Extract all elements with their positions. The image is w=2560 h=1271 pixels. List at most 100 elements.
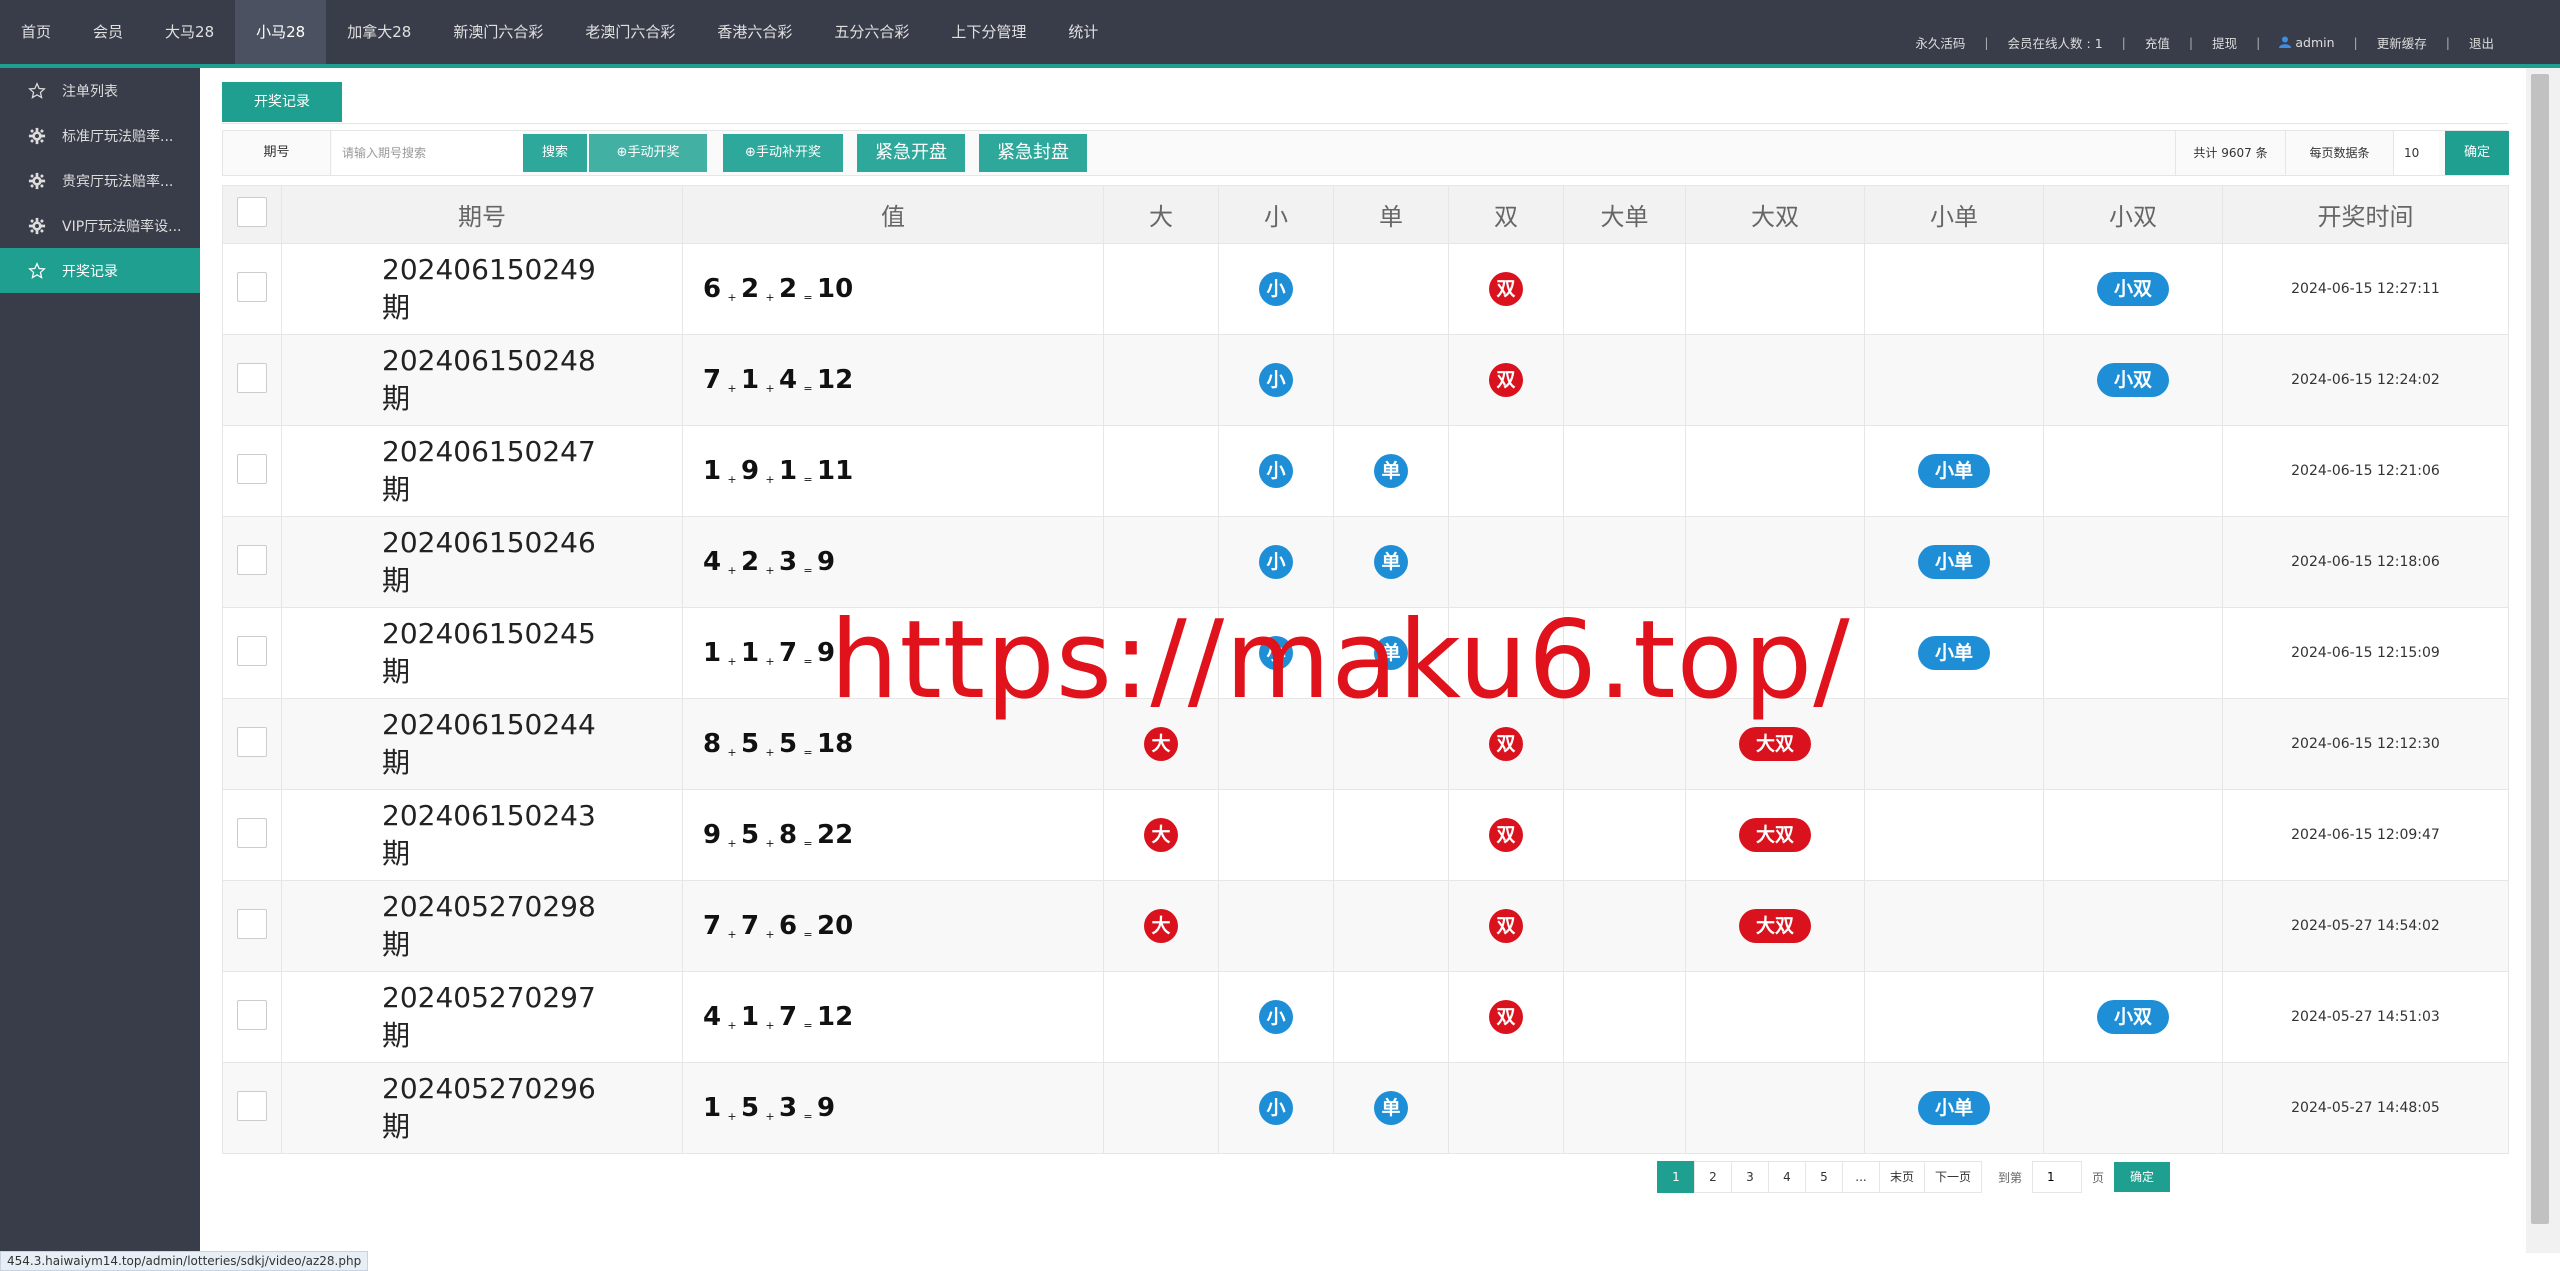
tab-draw-records[interactable]: 开奖记录: [222, 82, 342, 122]
emergency-close-button[interactable]: 紧急封盘: [979, 134, 1087, 172]
plus-circle-icon: ⊕: [745, 145, 756, 160]
page-button[interactable]: 1: [1657, 1161, 1695, 1193]
goto-page-input[interactable]: [2032, 1161, 2083, 1193]
gear-icon: [28, 172, 46, 190]
nav-item[interactable]: 统计: [1047, 0, 1119, 64]
xiaodan-cell: [1864, 698, 2044, 790]
period-label: 期号: [223, 131, 331, 175]
nav-item[interactable]: 新澳门六合彩: [432, 0, 564, 64]
search-button[interactable]: 搜索: [523, 134, 587, 172]
vertical-scrollbar[interactable]: [2526, 68, 2560, 1253]
row-checkbox[interactable]: [237, 1000, 267, 1030]
plus-sign: +: [765, 382, 775, 395]
page-button[interactable]: 末页: [1879, 1161, 1926, 1193]
da-cell: [1103, 425, 1219, 517]
nav-item[interactable]: 小马28: [235, 0, 327, 64]
result-pill: 小单: [1918, 636, 1990, 670]
row-select-cell: [222, 243, 282, 335]
sidebar-item-label: 标准厅玩法赔率...: [62, 128, 174, 145]
draw-sum: 12: [817, 365, 854, 395]
row-checkbox[interactable]: [237, 454, 267, 484]
nav-item[interactable]: 大马28: [144, 0, 235, 64]
plus-sign: +: [765, 928, 775, 941]
result-ball: 小: [1259, 545, 1293, 579]
withdraw-link[interactable]: 提现: [2212, 33, 2237, 52]
period-number: 202406150247: [382, 435, 596, 468]
page-button[interactable]: 2: [1694, 1161, 1732, 1193]
row-checkbox[interactable]: [237, 909, 267, 939]
period-suffix: 期: [382, 837, 411, 870]
row-checkbox[interactable]: [237, 363, 267, 393]
per-page-confirm-button[interactable]: 确定: [2445, 131, 2509, 175]
dashuang-cell: [1685, 334, 1865, 426]
separator: |: [2188, 34, 2194, 50]
shuang-cell: 双: [1448, 971, 1564, 1063]
emergency-open-button[interactable]: 紧急开盘: [857, 134, 965, 172]
per-page-label: 每页数据条: [2285, 131, 2393, 175]
draw-number: 5: [741, 820, 760, 850]
row-checkbox[interactable]: [237, 1091, 267, 1121]
da-cell: [1103, 516, 1219, 608]
page-button[interactable]: 4: [1768, 1161, 1806, 1193]
nav-item[interactable]: 上下分管理: [930, 0, 1047, 64]
draw-time: 2024-06-15 12:18:06: [2222, 516, 2509, 608]
draw-number: 7: [741, 911, 760, 941]
nav-item[interactable]: 加拿大28: [326, 0, 432, 64]
star-icon: [28, 81, 46, 100]
user-menu[interactable]: admin: [2279, 35, 2335, 50]
row-checkbox[interactable]: [237, 636, 267, 666]
dadan-cell: [1563, 516, 1686, 608]
dadan-cell: [1563, 334, 1686, 426]
nav-item[interactable]: 首页: [0, 0, 72, 64]
separator: |: [2256, 34, 2261, 50]
search-input[interactable]: [332, 131, 523, 175]
user-icon: [2279, 36, 2292, 48]
table-row: 202405270297 期 4 +1 +7 = 12 小双小双 2024-05-27 14:5…: [222, 971, 2509, 1063]
select-all-checkbox[interactable]: [237, 196, 267, 227]
draw-number: 8: [703, 729, 722, 759]
nav-item[interactable]: 会员: [72, 0, 144, 64]
sidebar-item[interactable]: 注单列表: [0, 68, 200, 113]
dan-cell: [1333, 971, 1449, 1063]
per-page-input[interactable]: [2393, 131, 2439, 175]
table-row: 202406150249 期 6 +2 +2 = 10 小双小双 2024-06-15 12:2…: [222, 243, 2509, 335]
page-button[interactable]: ...: [1842, 1161, 1880, 1193]
result-ball: 双: [1489, 909, 1523, 943]
row-checkbox[interactable]: [237, 545, 267, 575]
sidebar-item[interactable]: 标准厅玩法赔率...: [0, 113, 200, 158]
shuang-cell: 双: [1448, 789, 1564, 881]
draw-number: 5: [741, 1093, 760, 1123]
sidebar-item[interactable]: VIP厅玩法赔率设...: [0, 203, 200, 248]
xiaoshuang-cell: 小双: [2043, 971, 2223, 1063]
xiao-cell: [1218, 880, 1334, 972]
sidebar-item[interactable]: 开奖记录: [0, 248, 200, 293]
page-button[interactable]: 5: [1805, 1161, 1843, 1193]
plus-sign: +: [727, 564, 737, 577]
page-button[interactable]: 3: [1731, 1161, 1769, 1193]
row-select-cell: [222, 425, 282, 517]
period-suffix: 期: [382, 1019, 411, 1052]
nav-item[interactable]: 香港六合彩: [696, 0, 813, 64]
result-ball: 双: [1489, 363, 1523, 397]
sidebar-item-label: 贵宾厅玩法赔率...: [62, 173, 174, 190]
nav-item[interactable]: 五分六合彩: [813, 0, 930, 64]
page-button[interactable]: 下一页: [1924, 1161, 1983, 1193]
permanent-code-link[interactable]: 永久活码: [1915, 33, 1965, 52]
logout-link[interactable]: 退出: [2469, 33, 2494, 52]
sidebar-item[interactable]: 贵宾厅玩法赔率...: [0, 158, 200, 203]
recharge-link[interactable]: 充值: [2145, 33, 2170, 52]
goto-confirm-button[interactable]: 确定: [2114, 1162, 2171, 1192]
column-header: 小: [1218, 185, 1334, 244]
equals-sign: =: [803, 746, 813, 759]
xiaodan-cell: 小单: [1864, 607, 2044, 699]
manual-draw-button[interactable]: ⊕手动开奖: [589, 134, 707, 172]
row-checkbox[interactable]: [237, 727, 267, 757]
nav-item[interactable]: 老澳门六合彩: [564, 0, 696, 64]
update-cache-link[interactable]: 更新缓存: [2377, 33, 2427, 52]
result-pill: 小双: [2097, 363, 2169, 397]
separator: |: [2445, 34, 2450, 50]
row-checkbox[interactable]: [237, 818, 267, 848]
manual-supplement-button[interactable]: ⊕手动补开奖: [723, 134, 843, 172]
row-checkbox[interactable]: [237, 272, 267, 302]
scrollbar-thumb[interactable]: [2531, 74, 2549, 1224]
